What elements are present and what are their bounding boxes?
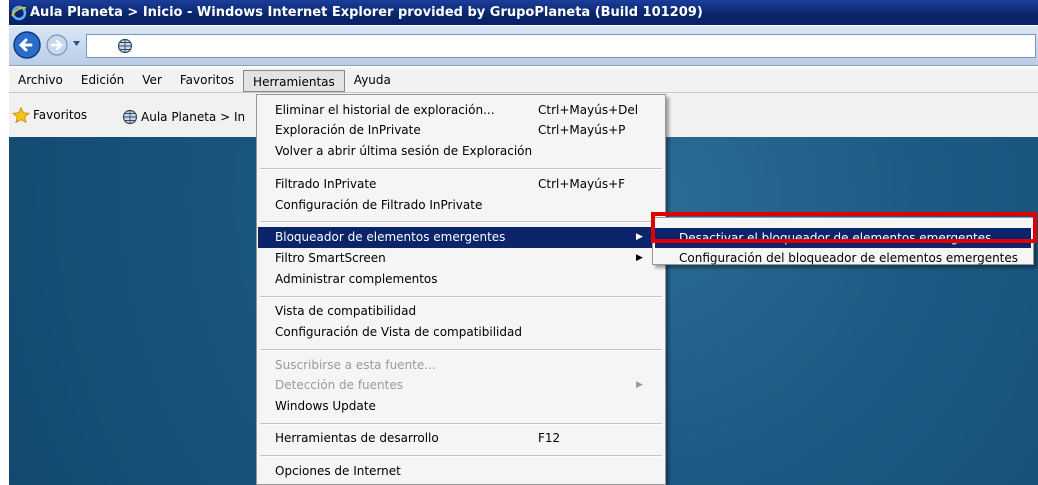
menu-separator — [260, 455, 662, 457]
submenu-arrow-icon: ▶ — [636, 253, 643, 263]
favorites-label: Favoritos — [33, 108, 88, 122]
window-title: Aula Planeta > Inicio - Windows Internet… — [30, 5, 703, 20]
menu-separator — [260, 349, 662, 351]
submenu-item-label: Configuración del bloqueador de elemento… — [679, 251, 1019, 265]
submenu-arrow-icon: ▶ — [636, 380, 643, 390]
menu-edicion[interactable]: Edición — [72, 69, 133, 91]
tab-label: Aula Planeta > In — [141, 110, 246, 124]
menu-item-label: Configuración de Vista de compatibilidad — [275, 325, 522, 339]
menu-item-label: Herramientas de desarrollo — [275, 431, 439, 445]
menu-item-shortcut: F12 — [538, 431, 561, 445]
page-globe-icon — [117, 38, 133, 54]
menu-item-label: Eliminar el historial de exploración... — [275, 103, 495, 117]
menu-item-label: Bloqueador de elementos emergentes — [275, 230, 506, 244]
menu-separator — [260, 423, 662, 425]
left-edge — [0, 0, 9, 485]
menu-separator — [260, 168, 662, 170]
menu-herramientas[interactable]: Herramientas — [243, 69, 345, 92]
menu-item-inprivate-browsing[interactable]: Exploración de InPrivate Ctrl+Mayús+P — [258, 120, 664, 141]
highlight-callout — [651, 212, 1037, 243]
favorites-button[interactable]: Favoritos — [12, 107, 87, 123]
menu-item-shortcut: Ctrl+Mayús+F — [538, 177, 626, 191]
menu-item-label: Windows Update — [275, 399, 376, 413]
menu-archivo[interactable]: Archivo — [9, 69, 72, 91]
menu-item-feed-discovery: Detección de fuentes ▶ — [258, 375, 664, 396]
submenu-item-popup-blocker-settings[interactable]: Configuración del bloqueador de elemento… — [655, 248, 1031, 268]
ie-logo-icon — [11, 5, 27, 20]
menu-item-subscribe-feed: Suscribirse a esta fuente... — [258, 355, 664, 376]
address-input[interactable] — [86, 34, 1036, 58]
star-icon — [12, 107, 30, 123]
menu-separator — [260, 221, 662, 223]
menu-item-label: Administrar complementos — [275, 272, 438, 286]
menu-item-reopen-session[interactable]: Volver a abrir última sesión de Explorac… — [258, 141, 664, 162]
menu-ver[interactable]: Ver — [133, 69, 171, 91]
menu-item-inprivate-filtering[interactable]: Filtrado InPrivate Ctrl+Mayús+F — [258, 174, 664, 195]
menu-item-label: Detección de fuentes — [275, 378, 403, 392]
back-arrow-icon[interactable] — [12, 30, 42, 60]
menu-item-label: Opciones de Internet — [275, 464, 401, 478]
menu-item-popup-blocker[interactable]: Bloqueador de elementos emergentes ▶ — [258, 227, 664, 248]
menu-item-inprivate-filtering-settings[interactable]: Configuración de Filtrado InPrivate — [258, 195, 664, 216]
menu-item-label: Volver a abrir última sesión de Explorac… — [275, 144, 533, 158]
menu-item-internet-options[interactable]: Opciones de Internet — [258, 461, 664, 482]
menu-item-delete-history[interactable]: Eliminar el historial de exploración... … — [258, 100, 664, 121]
tab-globe-icon — [122, 109, 138, 125]
menu-item-compatibility-settings[interactable]: Configuración de Vista de compatibilidad — [258, 322, 664, 343]
title-bar: Aula Planeta > Inicio - Windows Internet… — [9, 0, 1038, 25]
menu-item-shortcut: Ctrl+Mayús+P — [538, 123, 626, 137]
menu-separator — [260, 296, 662, 298]
menu-ayuda[interactable]: Ayuda — [345, 69, 400, 91]
dropdown-icon[interactable] — [72, 39, 81, 48]
forward-arrow-icon[interactable] — [45, 33, 69, 57]
menu-item-label: Filtro SmartScreen — [275, 251, 386, 265]
submenu-arrow-icon: ▶ — [636, 232, 643, 242]
address-bar — [9, 26, 1038, 66]
menu-item-label: Configuración de Filtrado InPrivate — [275, 198, 483, 212]
menu-item-smartscreen[interactable]: Filtro SmartScreen ▶ — [258, 248, 664, 269]
menu-item-label: Exploración de InPrivate — [275, 123, 421, 137]
menu-bar: Archivo Edición Ver Favoritos Herramient… — [9, 68, 1038, 93]
menu-item-windows-update[interactable]: Windows Update — [258, 396, 664, 417]
menu-item-manage-addons[interactable]: Administrar complementos — [258, 269, 664, 290]
tools-menu: Eliminar el historial de exploración... … — [256, 94, 666, 485]
browser-tab[interactable]: Aula Planeta > In — [119, 106, 245, 128]
menu-item-compatibility-view[interactable]: Vista de compatibilidad — [258, 301, 664, 322]
menu-item-label: Filtrado InPrivate — [275, 177, 377, 191]
menu-favoritos[interactable]: Favoritos — [171, 69, 243, 91]
menu-item-developer-tools[interactable]: Herramientas de desarrollo F12 — [258, 428, 664, 449]
menu-item-label: Vista de compatibilidad — [275, 304, 417, 318]
menu-item-label: Suscribirse a esta fuente... — [275, 358, 436, 372]
menu-item-shortcut: Ctrl+Mayús+Del — [538, 103, 639, 117]
